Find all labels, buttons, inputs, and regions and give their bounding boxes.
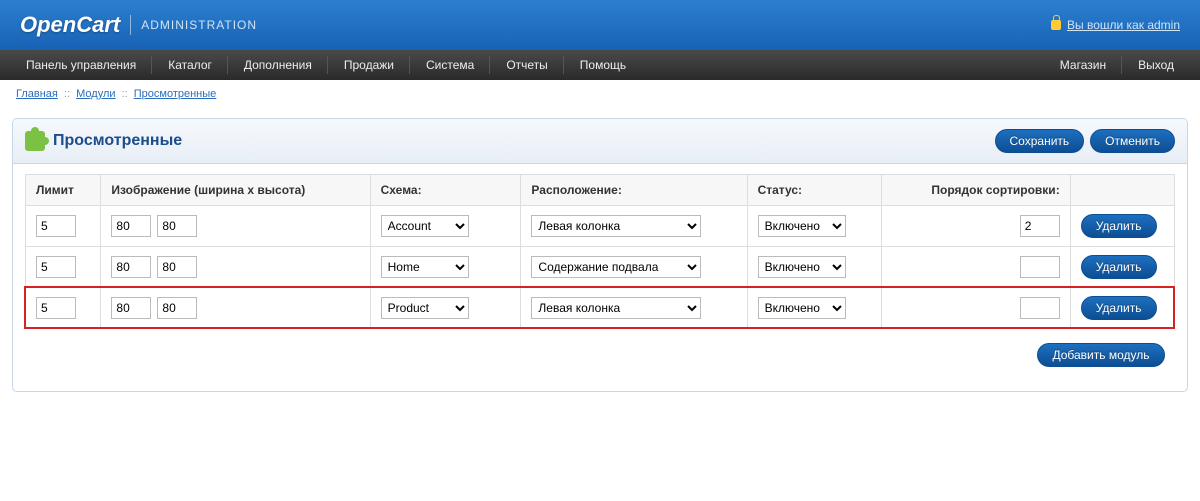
limit-input[interactable]	[36, 215, 76, 237]
table-row: Home Содержание подвала Включено Удалить	[26, 247, 1175, 288]
layout-select[interactable]: Home	[381, 256, 469, 278]
logged-in-link[interactable]: Вы вошли как admin	[1067, 18, 1180, 32]
modules-table: Лимит Изображение (ширина x высота) Схем…	[25, 174, 1175, 375]
layout-select[interactable]: Account	[381, 215, 469, 237]
width-input[interactable]	[111, 256, 151, 278]
sort-order-input[interactable]	[1020, 215, 1060, 237]
th-layout: Схема:	[370, 175, 521, 206]
cancel-button[interactable]: Отменить	[1090, 129, 1175, 153]
nav-item[interactable]: Выход	[1122, 50, 1190, 80]
page-title: Просмотренные	[53, 132, 995, 150]
th-status: Статус:	[747, 175, 882, 206]
delete-button[interactable]: Удалить	[1081, 296, 1157, 320]
layout-select[interactable]: Product	[381, 297, 469, 319]
table-row: Product Левая колонка Включено Удалить	[26, 288, 1175, 329]
height-input[interactable]	[157, 297, 197, 319]
nav-item[interactable]: Каталог	[152, 50, 228, 80]
header-bar: OpenCart ADMINISTRATION Вы вошли как adm…	[0, 0, 1200, 50]
width-input[interactable]	[111, 215, 151, 237]
main-nav: Панель управленияКаталогДополненияПродаж…	[0, 50, 1200, 80]
th-image: Изображение (ширина x высота)	[101, 175, 370, 206]
add-module-button[interactable]: Добавить модуль	[1037, 343, 1164, 367]
brand-subtitle: ADMINISTRATION	[141, 18, 257, 32]
delete-button[interactable]: Удалить	[1081, 255, 1157, 279]
lock-icon	[1051, 20, 1061, 30]
width-input[interactable]	[111, 297, 151, 319]
brand-logo: OpenCart	[20, 12, 120, 38]
breadcrumb: Главная :: Модули :: Просмотренные	[0, 80, 1200, 108]
th-sort: Порядок сортировки:	[882, 175, 1070, 206]
breadcrumb-link[interactable]: Модули	[76, 88, 115, 100]
height-input[interactable]	[157, 256, 197, 278]
nav-item[interactable]: Дополнения	[228, 50, 328, 80]
sort-order-input[interactable]	[1020, 297, 1060, 319]
nav-item[interactable]: Отчеты	[490, 50, 563, 80]
status-select[interactable]: Включено	[758, 215, 846, 237]
nav-item[interactable]: Система	[410, 50, 490, 80]
nav-item[interactable]: Помощь	[564, 50, 642, 80]
th-limit: Лимит	[26, 175, 101, 206]
position-select[interactable]: Левая колонка	[531, 297, 701, 319]
sort-order-input[interactable]	[1020, 256, 1060, 278]
table-row: Account Левая колонка Включено Удалить	[26, 206, 1175, 247]
puzzle-icon	[25, 131, 45, 151]
th-position: Расположение:	[521, 175, 747, 206]
limit-input[interactable]	[36, 297, 76, 319]
height-input[interactable]	[157, 215, 197, 237]
limit-input[interactable]	[36, 256, 76, 278]
nav-item[interactable]: Панель управления	[10, 50, 152, 80]
status-select[interactable]: Включено	[758, 256, 846, 278]
delete-button[interactable]: Удалить	[1081, 214, 1157, 238]
content-box: Просмотренные Сохранить Отменить Лимит И…	[12, 118, 1188, 392]
brand-divider	[130, 15, 131, 35]
breadcrumb-sep: ::	[119, 88, 131, 100]
position-select[interactable]: Содержание подвала	[531, 256, 701, 278]
save-button[interactable]: Сохранить	[995, 129, 1085, 153]
breadcrumb-link[interactable]: Главная	[16, 88, 58, 100]
login-status: Вы вошли как admin	[1051, 18, 1180, 32]
content-heading: Просмотренные Сохранить Отменить	[13, 119, 1187, 164]
breadcrumb-sep: ::	[61, 88, 73, 100]
breadcrumb-link[interactable]: Просмотренные	[134, 88, 217, 100]
position-select[interactable]: Левая колонка	[531, 215, 701, 237]
nav-item[interactable]: Продажи	[328, 50, 410, 80]
status-select[interactable]: Включено	[758, 297, 846, 319]
th-action	[1070, 175, 1174, 206]
nav-item[interactable]: Магазин	[1044, 50, 1122, 80]
